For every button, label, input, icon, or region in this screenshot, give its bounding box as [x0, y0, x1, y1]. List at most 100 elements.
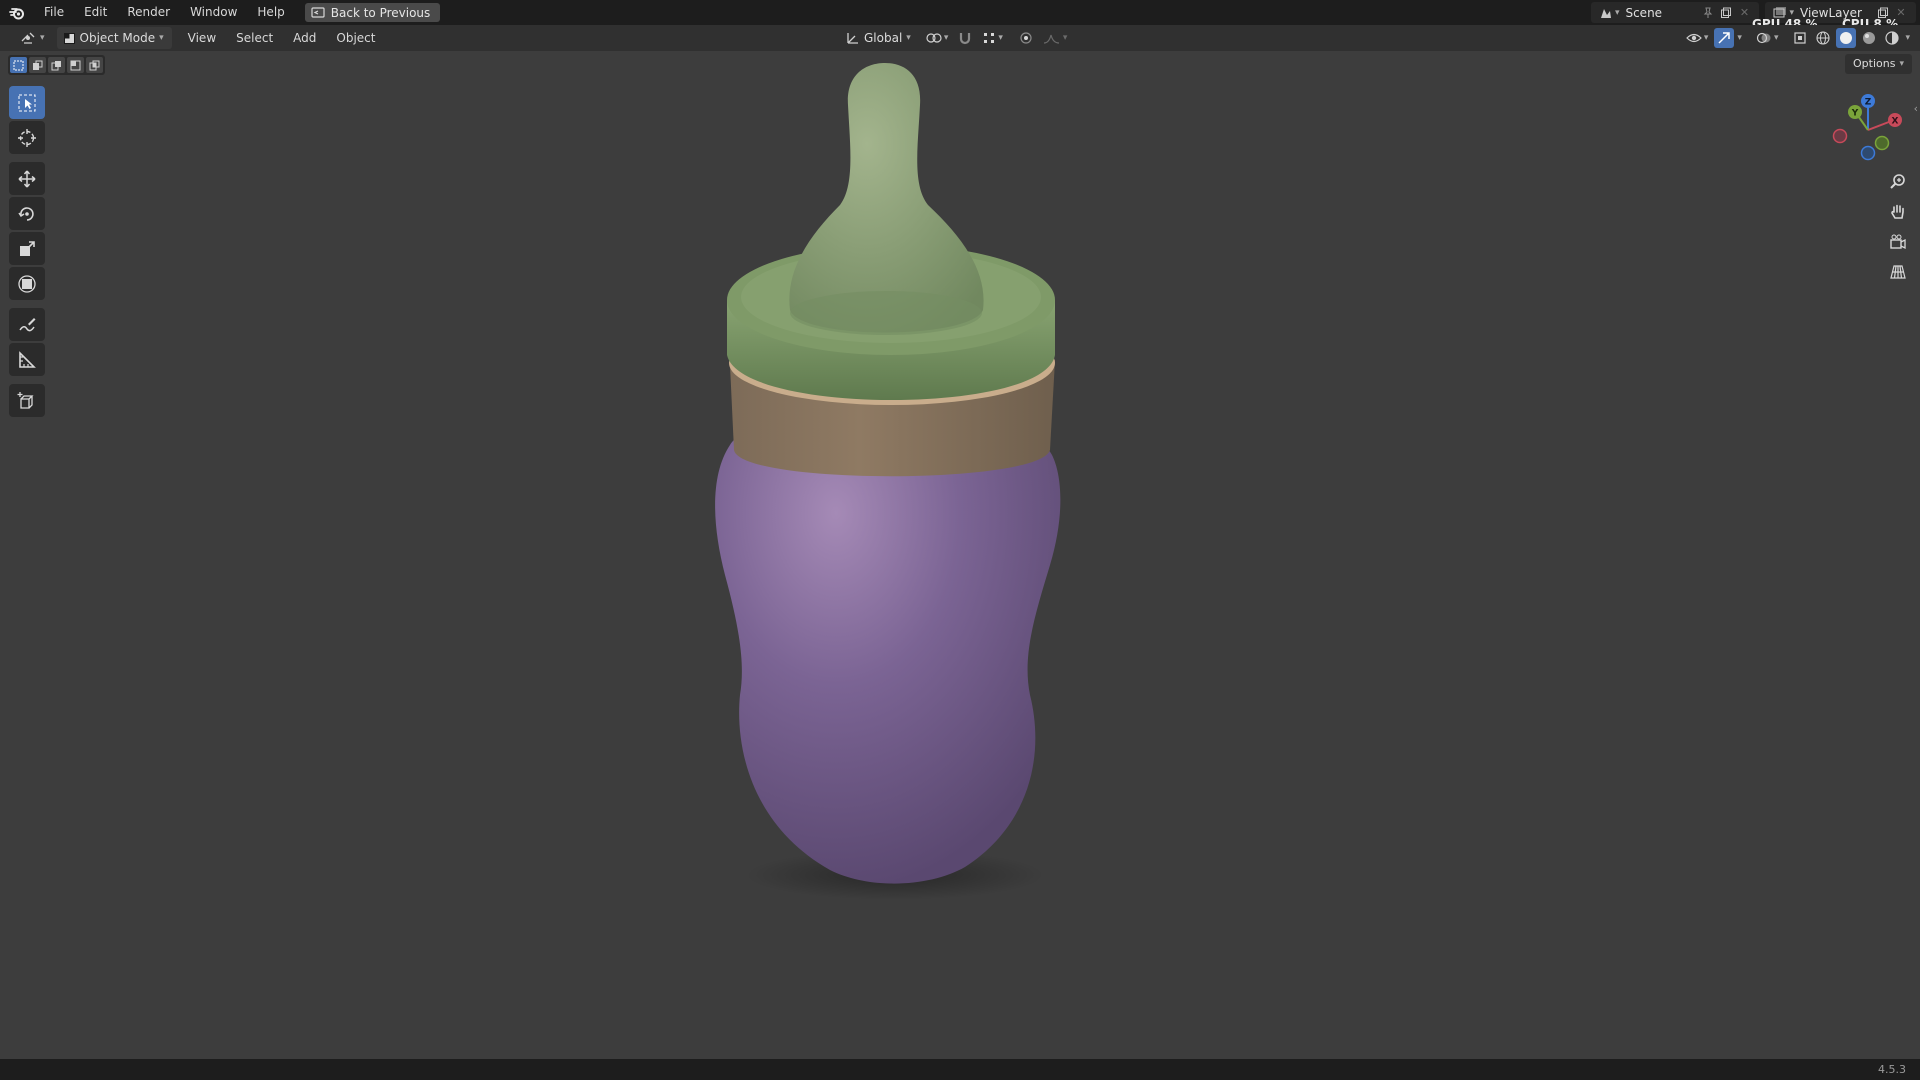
- header-menu-add[interactable]: Add: [283, 26, 326, 51]
- object-visibility-dropdown[interactable]: ▾: [1683, 28, 1712, 48]
- measure-ruler-icon: [19, 350, 36, 368]
- pan-view-button[interactable]: [1884, 198, 1912, 226]
- snap-toggle[interactable]: [955, 28, 975, 48]
- proportional-editing-toggle[interactable]: [1016, 28, 1036, 48]
- gizmo-z-label: Z: [1865, 98, 1872, 108]
- perspective-grid-icon: [1890, 265, 1906, 279]
- back-to-previous-button[interactable]: Back to Previous: [304, 3, 441, 22]
- orientation-axes-icon: [847, 33, 858, 44]
- material-sphere-icon: [1863, 32, 1876, 44]
- hand-icon: [1891, 204, 1904, 219]
- select-new-icon[interactable]: [10, 57, 27, 73]
- navigation-gizmo[interactable]: Z X Y: [1828, 90, 1908, 170]
- show-gizmo-toggle[interactable]: [1714, 28, 1735, 48]
- toggle-perspective-button[interactable]: [1884, 258, 1912, 286]
- gizmo-icon: [1718, 32, 1731, 44]
- menu-render[interactable]: Render: [117, 0, 180, 25]
- 3d-viewport-icon: [21, 32, 35, 44]
- shading-material-preview[interactable]: [1859, 28, 1879, 48]
- overlays-icon: [1756, 32, 1771, 44]
- gizmo-neg-y-axis[interactable]: [1874, 135, 1890, 151]
- eye-icon: [1686, 33, 1702, 43]
- add-cube-icon: [17, 391, 34, 409]
- annotate-tool[interactable]: [9, 308, 45, 341]
- camera-icon: [1890, 234, 1906, 250]
- select-invert-icon[interactable]: [67, 57, 84, 73]
- options-label: Options: [1853, 57, 1896, 70]
- falloff-dropdown[interactable]: ▾: [1040, 28, 1071, 48]
- options-dropdown[interactable]: Options ▾: [1845, 54, 1912, 74]
- select-subtract-icon[interactable]: [48, 57, 65, 73]
- proportional-edit-icon: [1020, 32, 1032, 44]
- header-menu-select[interactable]: Select: [226, 26, 283, 51]
- rendered-sphere-icon: [1885, 31, 1900, 45]
- menu-file[interactable]: File: [34, 0, 74, 25]
- back-to-previous-label: Back to Previous: [330, 5, 431, 20]
- menu-window[interactable]: Window: [180, 0, 247, 25]
- select-intersect-icon[interactable]: [86, 57, 103, 73]
- show-overlays-toggle[interactable]: ▾: [1753, 28, 1782, 48]
- tool-shelf: [8, 86, 46, 419]
- rotate-tool[interactable]: [9, 197, 45, 230]
- new-scene-icon[interactable]: [1717, 4, 1735, 22]
- magnet-icon: [960, 33, 971, 45]
- xray-icon: [1794, 32, 1807, 44]
- editor-type-button[interactable]: ▾: [12, 27, 53, 49]
- select-box-tool[interactable]: [9, 86, 45, 119]
- chevron-down-icon[interactable]: ▾: [1905, 33, 1910, 43]
- chevron-down-icon: ▾: [1899, 59, 1904, 69]
- transform-icon: [18, 274, 36, 293]
- gizmo-neg-z-axis[interactable]: [1860, 145, 1876, 161]
- snap-grid-icon: [984, 33, 995, 43]
- remove-scene-icon[interactable]: ✕: [1735, 4, 1753, 22]
- chevron-down-icon: ▾: [906, 33, 911, 43]
- select-extend-icon[interactable]: [29, 57, 46, 73]
- shading-wireframe[interactable]: [1813, 28, 1833, 48]
- menu-help[interactable]: Help: [247, 0, 294, 25]
- add-cube-tool[interactable]: [9, 384, 45, 417]
- gizmo-neg-x-axis[interactable]: [1832, 128, 1848, 144]
- shading-rendered[interactable]: [1882, 28, 1902, 48]
- transform-tool[interactable]: [9, 267, 45, 300]
- header-menu-object[interactable]: Object: [326, 26, 385, 51]
- gizmo-y-label: Y: [1851, 109, 1859, 119]
- scale-icon: [20, 240, 35, 256]
- sidebar-toggle-icon[interactable]: ‹: [1914, 102, 1918, 115]
- scale-tool[interactable]: [9, 232, 45, 265]
- baby-bottle-object[interactable]: [700, 55, 1100, 905]
- chevron-down-icon: ▾: [40, 33, 45, 43]
- object-mode-icon: [63, 32, 75, 44]
- pivot-icon: [926, 33, 942, 43]
- header-menu-view[interactable]: View: [178, 26, 226, 51]
- zoom-view-button[interactable]: [1884, 168, 1912, 196]
- gizmo-x-label: X: [1892, 117, 1899, 127]
- xray-toggle[interactable]: [1790, 28, 1810, 48]
- screen-back-icon: [311, 6, 325, 18]
- move-tool[interactable]: [9, 162, 45, 195]
- chevron-down-icon: ▾: [1703, 33, 1709, 43]
- bottle-body: [715, 408, 1061, 884]
- wireframe-sphere-icon: [1816, 31, 1831, 45]
- cursor-tool[interactable]: [9, 121, 45, 154]
- chevron-down-icon[interactable]: ▾: [1737, 33, 1742, 43]
- version-label: 4.5.3: [1878, 1063, 1906, 1076]
- transform-orientation-dropdown[interactable]: Global ▾: [838, 27, 919, 49]
- pin-icon[interactable]: [1699, 4, 1717, 22]
- pivot-point-dropdown[interactable]: ▾: [923, 28, 952, 48]
- blender-logo-icon[interactable]: [0, 0, 34, 25]
- top-menu-bar: File Edit Render Window Help Back to Pre…: [0, 0, 1920, 31]
- snap-target-dropdown[interactable]: ▾: [979, 28, 1006, 48]
- menu-edit[interactable]: Edit: [74, 0, 117, 25]
- cursor-icon: [18, 128, 36, 147]
- scene-selector[interactable]: ▾ Scene ✕: [1590, 2, 1760, 23]
- chevron-down-icon: ▾: [159, 33, 164, 43]
- transform-orientation-label: Global: [864, 31, 903, 45]
- measure-tool[interactable]: [9, 343, 45, 376]
- chevron-down-icon: ▾: [943, 33, 949, 43]
- shading-solid[interactable]: [1836, 28, 1857, 48]
- object-mode-dropdown[interactable]: Object Mode ▾: [56, 27, 172, 49]
- falloff-curve-icon: [1043, 34, 1059, 44]
- selection-mode-group: [8, 55, 105, 75]
- rotate-icon: [18, 206, 34, 221]
- camera-view-button[interactable]: [1884, 228, 1912, 256]
